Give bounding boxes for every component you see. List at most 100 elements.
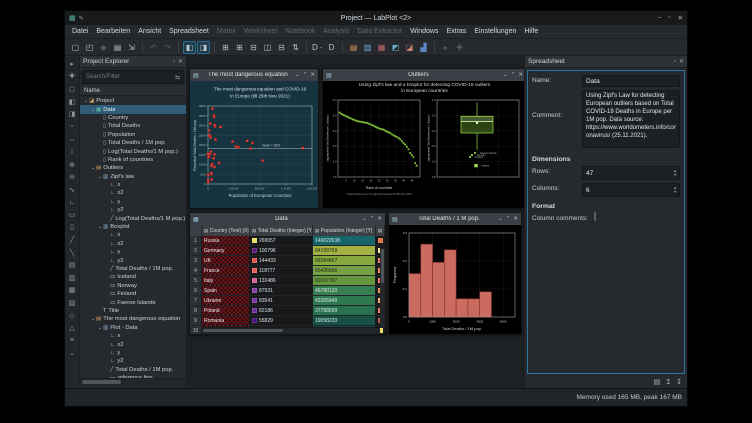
subwindow-titlebar[interactable]: ▤ The most dangerous equation ⌄ ⌃ ✕ (190, 69, 318, 81)
tree-item-y2[interactable]: ∟y2 (80, 357, 186, 365)
cell-country[interactable]: Spain (202, 286, 250, 296)
cell-country[interactable]: Ukraine (202, 296, 250, 306)
titlebar[interactable]: ▦ ✎ Project — LabPlot <2> – ▫ ✕ (65, 11, 687, 25)
column-comments-checkbox[interactable] (594, 212, 596, 221)
statistics-button[interactable]: ▟ (417, 41, 430, 54)
insert-row-above-button[interactable]: ⊞ (219, 41, 232, 54)
pan-vertical-icon[interactable]: ↕ (67, 146, 78, 158)
print-button[interactable]: ▤ (111, 41, 124, 54)
zoom-y-icon[interactable]: ◨ (67, 108, 78, 120)
curve-tool-icon[interactable]: ∿ (67, 184, 78, 196)
row-number[interactable]: 5 (190, 276, 202, 286)
cell-country[interactable]: Romania (202, 316, 250, 326)
close-button[interactable]: ✕ (678, 14, 683, 22)
tree-item-y2[interactable]: ∟y2 (80, 206, 186, 214)
tree-item-x[interactable]: ∟x (80, 332, 186, 340)
data-spreadsheet[interactable]: ▤Country (Text) [X]▤Total Deaths (Intege… (190, 225, 385, 334)
menu-data-extractor[interactable]: Data Extractor (353, 28, 406, 35)
label-tool-icon[interactable]: ▭ (67, 209, 78, 221)
undo-button[interactable]: ↶ (147, 41, 160, 54)
subwindow-titlebar[interactable]: ▦ Data ⌄ ⌃ ✕ (190, 213, 385, 225)
close-icon[interactable]: ✕ (513, 216, 518, 222)
name-field[interactable] (582, 75, 680, 87)
pan-horizontal-icon[interactable]: ↔ (67, 134, 78, 146)
tree-item-x[interactable]: ∟x (80, 231, 186, 239)
cell-country[interactable]: Russia (202, 236, 250, 246)
tree-item-norway[interactable]: ▭Norway (80, 282, 186, 290)
column-header-2[interactable]: ▤Total Deaths (Integer) [Y] (250, 225, 313, 236)
worksheet-window-histogram[interactable]: ▤ Total Deaths / 1 M pop. ⌄ ⌃ ✕ 0.00.10.… (388, 212, 522, 335)
menu-windows[interactable]: Windows (406, 28, 442, 35)
axis-tool-icon[interactable]: ∟ (67, 197, 78, 209)
new-spreadsheet-button[interactable]: D (325, 41, 338, 54)
row-number[interactable]: 3 (190, 256, 202, 266)
tree-item-x2[interactable]: ∟x2 (80, 340, 186, 348)
load-template-button[interactable]: ↧ (676, 378, 682, 386)
new-plot-button[interactable]: ▥ (361, 41, 374, 54)
subwindow-titlebar[interactable]: ▤ Outliers ⌄ ⌃ ✕ (323, 69, 524, 81)
new-project-button[interactable]: ▢ (69, 41, 82, 54)
tree-item-project[interactable]: ⌄◪Project (80, 97, 186, 105)
minimize-icon[interactable]: ⌄ (295, 72, 300, 78)
tree-item-y2[interactable]: ∟y2 (80, 256, 186, 264)
scrollbar-thumb[interactable] (381, 249, 384, 283)
spin-down-icon[interactable]: ▼ (673, 190, 677, 194)
row-number[interactable]: 1 (190, 236, 202, 246)
table-horizontal-scrollbar[interactable] (202, 327, 380, 334)
insert-row-below-button[interactable]: ⊞ (233, 41, 246, 54)
triangle-tool-icon[interactable]: △ (67, 322, 78, 334)
new-worksheet-button[interactable]: ▤ (347, 41, 360, 54)
cell-country[interactable]: UK (202, 256, 250, 266)
minimize-icon[interactable]: ⌄ (362, 216, 367, 222)
close-icon[interactable]: ✕ (518, 72, 523, 78)
menu-extras[interactable]: Extras (442, 28, 470, 35)
cell-rate[interactable] (376, 236, 385, 246)
crosshair-tool-icon[interactable]: ✚ (67, 71, 78, 83)
close-icon[interactable]: ✕ (377, 216, 382, 222)
cell-total-deaths[interactable]: 133486 (250, 276, 313, 286)
remove-columns-button[interactable]: ⊟ (275, 41, 288, 54)
menu-einstellungen[interactable]: Einstellungen (470, 28, 520, 35)
menu-worksheet[interactable]: Worksheet (240, 28, 281, 35)
column-header-4[interactable]: ▤ (376, 225, 385, 236)
cell-population[interactable]: 65426606 (313, 266, 376, 276)
worksheet-window-outliers[interactable]: ▤ Outliers ⌄ ⌃ ✕ Using Zipf's law and a … (322, 68, 524, 209)
tree-item-population[interactable]: ▯Population (80, 131, 186, 139)
worksheet-window-dangerous-equation[interactable]: ▤ The most dangerous equation ⌄ ⌃ ✕ The … (189, 68, 319, 209)
maximize-button[interactable]: ▫ (668, 14, 670, 22)
maximize-icon[interactable]: ⌃ (511, 72, 516, 78)
tree-item-outliers[interactable]: ⌄▤Outliers (80, 164, 186, 172)
dangerous-equation-plot[interactable]: The most dangerous equation and COVID-19… (190, 81, 318, 208)
columns-spinner[interactable]: 6 ▲▼ (582, 183, 680, 197)
scrollbar-thumb[interactable] (82, 380, 121, 384)
float-dock-icon[interactable]: ▫ (173, 59, 175, 65)
maximize-icon[interactable]: ⌃ (303, 72, 308, 78)
tree-item-rank-of-countries[interactable]: ▯Rank of countries (80, 156, 186, 164)
new-matrix-button[interactable]: ▦ (375, 41, 388, 54)
float-dock-icon[interactable]: ▫ (674, 59, 676, 65)
zoom-out-icon[interactable]: ⊖ (67, 171, 78, 183)
pointer-tool-icon[interactable]: ▸ (67, 58, 78, 70)
tree-item-y[interactable]: ∟y (80, 248, 186, 256)
worksheet-tool-icon[interactable]: ▤ (67, 260, 78, 272)
table-vertical-scrollbar[interactable] (380, 248, 385, 328)
cell-total-deaths[interactable]: 144433 (250, 256, 313, 266)
cell-country[interactable]: Germany (202, 246, 250, 256)
tree-item-y[interactable]: ∟y (80, 349, 186, 357)
column-header-3[interactable]: ▤Population (Integer) [Y] (313, 225, 376, 236)
redo-button[interactable]: ↷ (161, 41, 174, 54)
cell-population[interactable]: 60337397 (313, 276, 376, 286)
row-number[interactable]: 4 (190, 266, 202, 276)
project-explorer-header[interactable]: Project Explorer ▫ ✕ (80, 56, 186, 68)
tree-item-y[interactable]: ∟y (80, 198, 186, 206)
line-tool-icon[interactable]: ╱ (67, 234, 78, 246)
cell-country[interactable]: Poland (202, 306, 250, 316)
tree-item-the-most-dangerous-equation[interactable]: ⌄▤The most dangerous equation (80, 315, 186, 323)
tree-item-data[interactable]: ⌄▦Data (80, 105, 186, 113)
scrollbar-thumb[interactable] (203, 329, 283, 332)
rows-spinner[interactable]: 47 ▲▼ (582, 166, 680, 180)
tree-item-total-deaths-1m-pop[interactable]: ▯Total Deaths / 1M pop. (80, 139, 186, 147)
new-notebook-button[interactable]: ◩ (389, 41, 402, 54)
column-tool-icon[interactable]: ▯ (67, 222, 78, 234)
collapse-tool-icon[interactable]: ⌄ (67, 348, 78, 360)
